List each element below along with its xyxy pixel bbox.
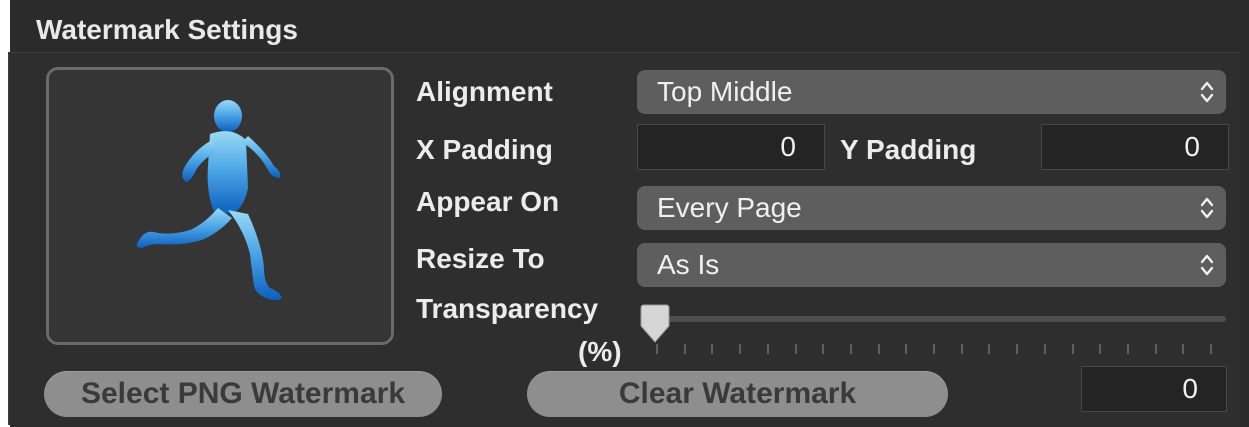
resize-to-value: As Is xyxy=(657,249,720,280)
appear-on-popup[interactable]: Every Page xyxy=(637,186,1226,230)
slider-tick xyxy=(905,344,908,354)
slider-tick xyxy=(794,344,797,354)
x-padding-label: X Padding xyxy=(416,134,553,165)
slider-tick xyxy=(1071,344,1074,354)
slider-tick xyxy=(1016,344,1019,354)
slider-tick xyxy=(822,344,825,354)
chevron-updown-icon xyxy=(1200,197,1214,219)
slider-tick xyxy=(933,344,935,354)
slider-tick xyxy=(1154,344,1157,354)
panel-title: Watermark Settings xyxy=(36,14,298,45)
slider-tick xyxy=(711,344,714,354)
alignment-label: Alignment xyxy=(416,76,553,107)
slider-tick xyxy=(739,344,742,354)
slider-tick xyxy=(1043,344,1046,354)
chevron-updown-icon xyxy=(1200,81,1214,103)
slider-tick xyxy=(960,344,963,354)
running-man-icon xyxy=(136,100,282,300)
slider-tick xyxy=(1126,344,1129,354)
chevron-updown-icon xyxy=(1200,254,1214,276)
alignment-value: Top Middle xyxy=(657,76,793,107)
transparency-value-field[interactable]: 0 xyxy=(1081,366,1227,412)
slider-tick xyxy=(1182,344,1185,354)
appear-on-value: Every Page xyxy=(657,192,802,223)
y-padding-label: Y Padding xyxy=(840,134,977,165)
slider-tick xyxy=(849,344,852,354)
transparency-slider-thumb[interactable] xyxy=(638,304,672,344)
slider-tick xyxy=(877,344,880,354)
slider-tick xyxy=(683,344,686,354)
slider-tick xyxy=(1099,344,1102,354)
watermark-image-well[interactable] xyxy=(46,67,394,345)
slider-tick xyxy=(1210,344,1212,354)
alignment-popup[interactable]: Top Middle xyxy=(637,70,1226,114)
slider-tick xyxy=(656,344,658,354)
transparency-slider-track[interactable] xyxy=(640,316,1226,322)
transparency-label: Transparency xyxy=(416,293,599,324)
slider-tick xyxy=(988,344,991,354)
resize-to-label: Resize To xyxy=(416,243,545,274)
appear-on-label: Appear On xyxy=(416,186,560,217)
slider-tick xyxy=(766,344,769,354)
clear-watermark-button[interactable]: Clear Watermark xyxy=(527,371,948,417)
select-png-watermark-button[interactable]: Select PNG Watermark xyxy=(44,371,442,417)
transparency-unit-label: (%) xyxy=(578,336,622,367)
resize-to-popup[interactable]: As Is xyxy=(637,243,1226,287)
x-padding-field[interactable]: 0 xyxy=(637,124,825,170)
y-padding-field[interactable]: 0 xyxy=(1041,124,1229,170)
